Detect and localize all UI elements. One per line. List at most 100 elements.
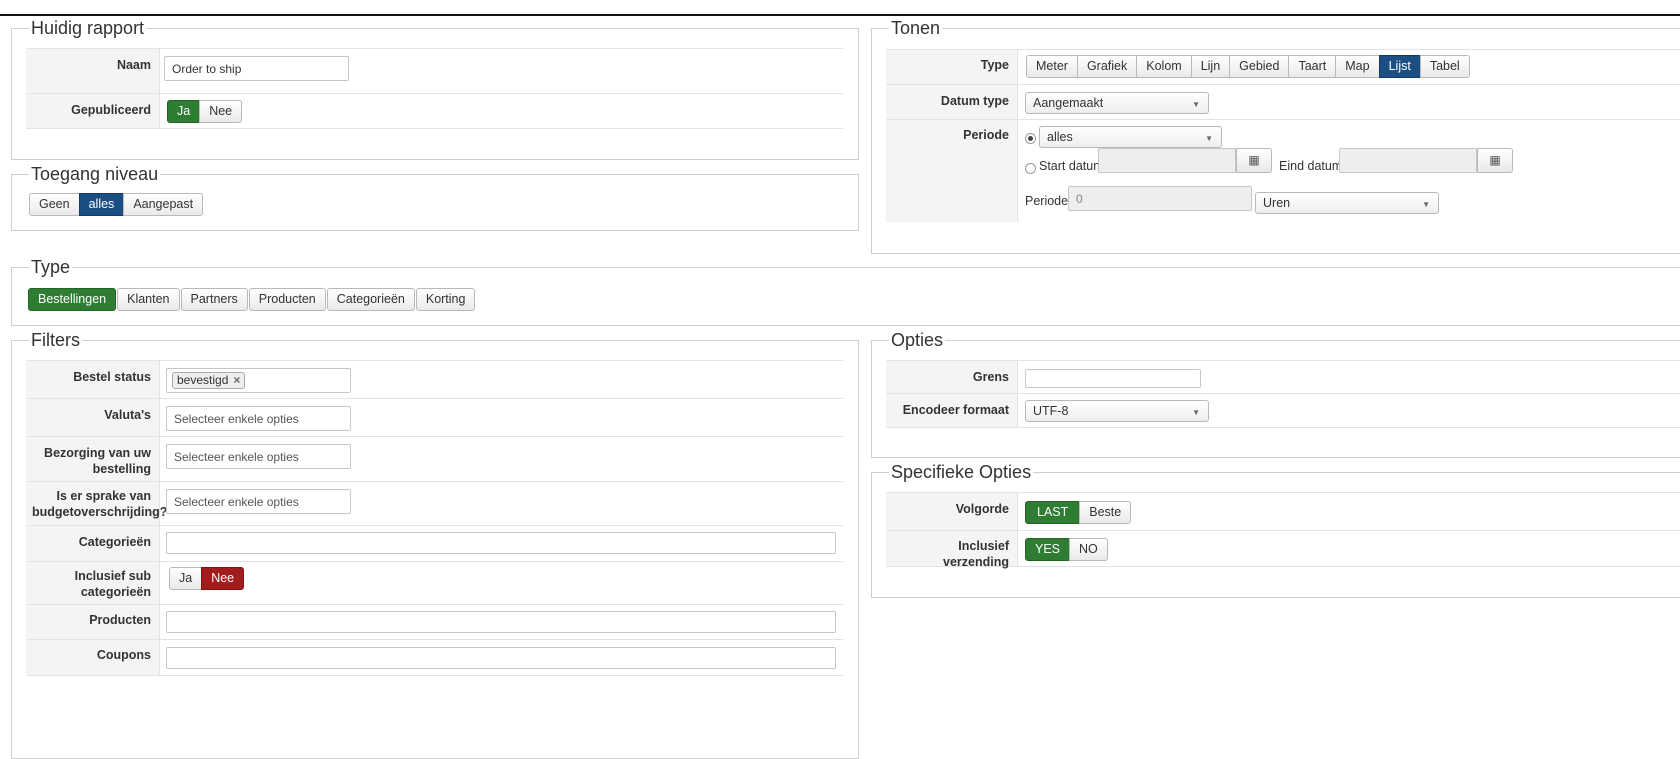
tonen-type-toggle: Meter Grafiek Kolom Lijn Gebied Taart Ma… — [1026, 55, 1470, 78]
bestel-status-row: Bestel status bevestigd × — [26, 360, 843, 398]
toegang-toggle: Geen alles Aangepast — [29, 193, 204, 216]
type-bestellingen-button[interactable]: Bestellingen — [28, 288, 117, 311]
type-kolom-button[interactable]: Kolom — [1136, 55, 1192, 78]
volgorde-toggle: LAST Beste — [1025, 501, 1132, 524]
gepubliceerd-row: Gepubliceerd Ja Nee — [26, 93, 843, 129]
naam-input[interactable]: Order to ship — [164, 56, 349, 81]
toegang-geen-button[interactable]: Geen — [29, 193, 80, 216]
close-icon[interactable]: × — [233, 373, 240, 387]
type-korting-button[interactable]: Korting — [415, 288, 476, 311]
top-divider — [0, 14, 1680, 16]
periode-amount-input[interactable]: 0 — [1068, 186, 1252, 211]
chevron-down-icon: ▼ — [1192, 408, 1200, 417]
tonen-type-row: Type Meter Grafiek Kolom Lijn Gebied Taa… — [886, 49, 1680, 84]
valutas-row: Valuta's Selecteer enkele opties — [26, 398, 843, 436]
type-map-button[interactable]: Map — [1335, 55, 1380, 78]
type-gebied-button[interactable]: Gebied — [1229, 55, 1290, 78]
periode-row: Periode alles ▼ Start datum ▦ Eind datum… — [886, 119, 1680, 222]
type-lijst-button[interactable]: Lijst — [1378, 55, 1421, 78]
periode-preset-radio[interactable] — [1025, 133, 1036, 144]
toegang-aangepast-button[interactable]: Aangepast — [123, 193, 204, 216]
datum-type-label: Datum type — [886, 85, 1018, 119]
periode-value: alles — [1047, 130, 1073, 144]
grens-label: Grens — [886, 361, 1018, 393]
periode-label: Periode — [886, 120, 1018, 222]
producten-input[interactable] — [166, 611, 836, 633]
type-meter-button[interactable]: Meter — [1026, 55, 1078, 78]
coupons-input[interactable] — [166, 647, 836, 669]
valutas-input[interactable]: Selecteer enkele opties — [166, 406, 351, 431]
chevron-down-icon: ▼ — [1422, 200, 1430, 209]
grens-row: Grens — [886, 360, 1680, 393]
valutas-label: Valuta's — [26, 399, 160, 436]
type-producten-button[interactable]: Producten — [248, 288, 326, 311]
inclusief-sub-row: Inclusief sub categorieën Ja Nee — [26, 561, 843, 604]
encodeer-select[interactable]: UTF-8 ▼ — [1025, 400, 1209, 422]
grens-input[interactable] — [1025, 369, 1201, 388]
inclusief-sub-nee-button[interactable]: Nee — [201, 567, 245, 590]
datum-type-value: Aangemaakt — [1033, 96, 1104, 110]
start-datum-label: Start datum — [1039, 159, 1104, 173]
chevron-down-icon: ▼ — [1205, 134, 1213, 143]
budget-input[interactable]: Selecteer enkele opties — [166, 489, 351, 514]
periode2-label: Periode — [1025, 194, 1069, 208]
eind-datum-calendar-button[interactable]: ▦ — [1477, 148, 1513, 173]
chevron-down-icon: ▼ — [1192, 100, 1200, 109]
categorieen-label: Categorieën — [26, 526, 160, 561]
start-datum-input[interactable] — [1098, 148, 1236, 173]
encodeer-row: Encodeer formaat UTF-8 ▼ — [886, 393, 1680, 428]
verzending-yes-button[interactable]: YES — [1025, 538, 1071, 561]
gepubliceerd-toggle: Ja Nee — [167, 100, 243, 123]
specifieke-legend: Specifieke Opties — [891, 462, 1032, 482]
verzending-no-button[interactable]: NO — [1069, 538, 1108, 561]
inclusief-sub-label: Inclusief sub categorieën — [26, 562, 160, 604]
type-legend: Type — [31, 257, 71, 277]
inclusief-sub-toggle: Ja Nee — [169, 567, 245, 590]
datum-type-select[interactable]: Aangemaakt ▼ — [1025, 92, 1209, 114]
toegang-alles-button[interactable]: alles — [78, 193, 125, 216]
type-lijn-button[interactable]: Lijn — [1190, 55, 1231, 78]
type-klanten-button[interactable]: Klanten — [117, 288, 180, 311]
periode-range-radio[interactable] — [1025, 163, 1036, 174]
bestel-status-tag: bevestigd × — [172, 372, 246, 389]
start-datum-calendar-button[interactable]: ▦ — [1236, 148, 1272, 173]
bestel-status-input[interactable]: bevestigd × — [166, 368, 351, 393]
naam-label: Naam — [26, 49, 160, 93]
gepubliceerd-nee-button[interactable]: Nee — [199, 100, 243, 123]
type-taart-button[interactable]: Taart — [1288, 55, 1337, 78]
inclusief-sub-ja-button[interactable]: Ja — [169, 567, 203, 590]
periode-unit-select[interactable]: Uren ▼ — [1255, 192, 1439, 214]
bestel-status-tag-text: bevestigd — [177, 373, 229, 387]
type-categorieen-button[interactable]: Categorieën — [326, 288, 415, 311]
bezorging-input[interactable]: Selecteer enkele opties — [166, 444, 351, 469]
periode-unit-value: Uren — [1263, 196, 1291, 210]
periode-select[interactable]: alles ▼ — [1039, 126, 1222, 148]
budget-row: Is er sprake van budgetoverschrijding? S… — [26, 481, 843, 525]
coupons-row: Coupons — [26, 639, 843, 676]
calendar-icon: ▦ — [1248, 153, 1260, 167]
toegang-legend: Toegang niveau — [31, 164, 159, 184]
categorieen-row: Categorieën — [26, 525, 843, 561]
gepubliceerd-ja-button[interactable]: Ja — [167, 100, 201, 123]
encodeer-value: UTF-8 — [1033, 404, 1069, 418]
volgorde-beste-button[interactable]: Beste — [1079, 501, 1132, 524]
type-partners-button[interactable]: Partners — [180, 288, 248, 311]
opties-legend: Opties — [891, 330, 944, 350]
calendar-icon: ▦ — [1489, 153, 1501, 167]
verzending-toggle: YES NO — [1025, 538, 1108, 561]
categorieen-input[interactable] — [166, 532, 836, 554]
eind-datum-input[interactable] — [1339, 148, 1477, 173]
eind-datum-label: Eind datum — [1279, 159, 1343, 173]
huidig-rapport-legend: Huidig rapport — [31, 18, 145, 38]
bezorging-label: Bezorging van uw bestelling — [26, 437, 160, 481]
verzending-label: Inclusief verzending — [886, 531, 1018, 569]
volgorde-last-button[interactable]: LAST — [1025, 501, 1081, 524]
gepubliceerd-label: Gepubliceerd — [26, 94, 160, 128]
coupons-label: Coupons — [26, 640, 160, 675]
bestel-status-label: Bestel status — [26, 361, 160, 398]
type-grafiek-button[interactable]: Grafiek — [1076, 55, 1138, 78]
type-tabel-button[interactable]: Tabel — [1419, 55, 1470, 78]
filters-legend: Filters — [31, 330, 80, 350]
producten-row: Producten — [26, 604, 843, 639]
type-toggle: Bestellingen Klanten Partners Producten … — [28, 288, 476, 311]
